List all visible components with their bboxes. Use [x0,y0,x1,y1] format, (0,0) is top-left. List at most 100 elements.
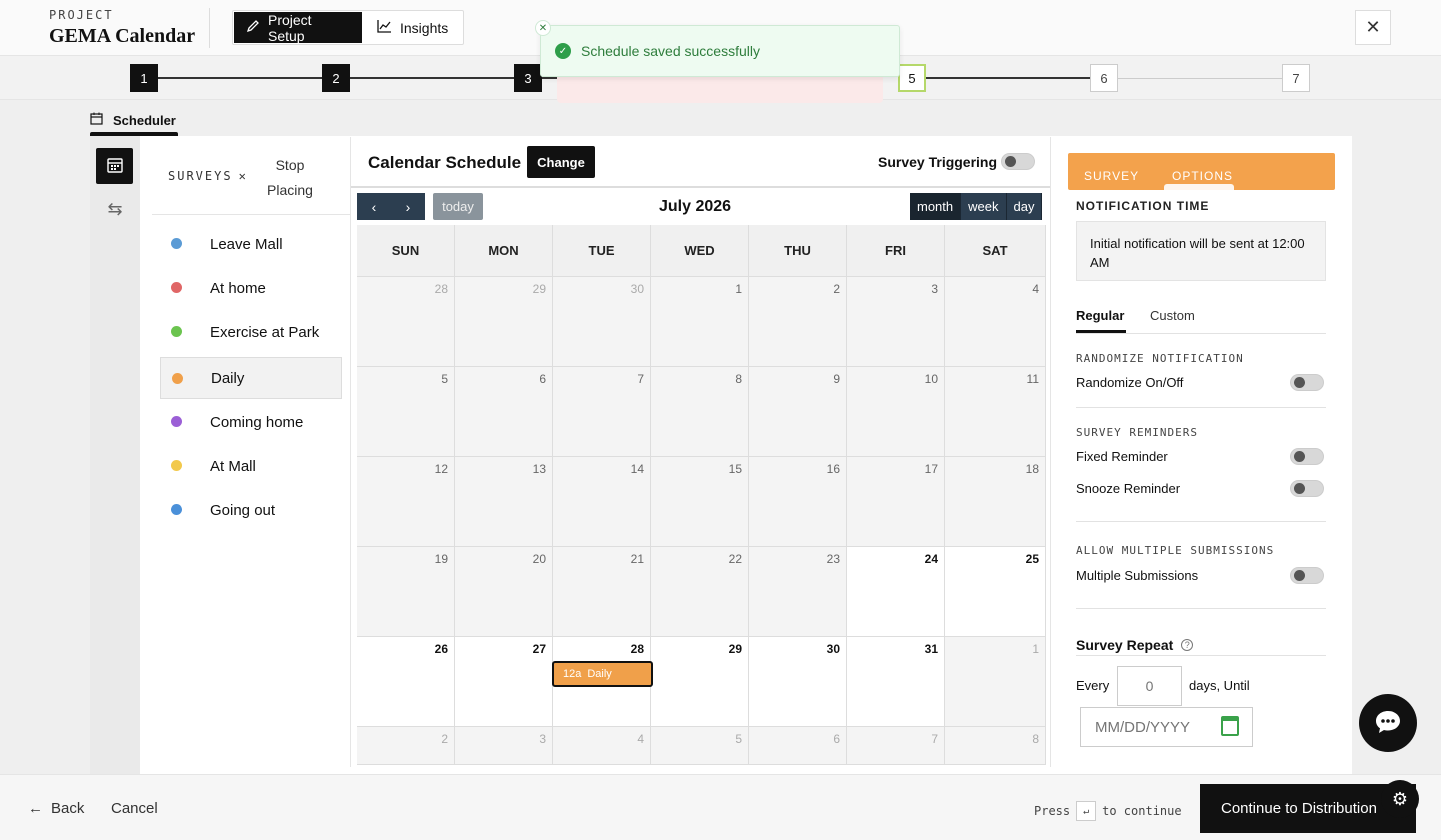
view-month-button[interactable]: month [910,193,962,220]
calendar-day-cell[interactable]: 2 [749,277,847,367]
calendar-day-cell[interactable]: 13 [455,457,553,547]
stop-placing-button[interactable]: Stop Placing [260,153,320,203]
calendar-day-cell[interactable]: 1 [651,277,749,367]
survey-item-leave-mall[interactable]: Leave Mall [160,223,342,265]
chat-button[interactable] [1359,694,1417,752]
calendar-day-cell[interactable]: 7 [553,367,651,457]
next-month-button[interactable]: › [391,193,425,220]
survey-color-dot [171,326,182,337]
calendar-day-cell[interactable]: 18 [945,457,1046,547]
calendar-day-cell[interactable]: 30 [553,277,651,367]
calendar-day-cell[interactable]: 29 [455,277,553,367]
survey-item-coming-home[interactable]: Coming home [160,401,342,443]
header-divider [209,8,210,48]
back-button[interactable]: ← Back [28,800,84,817]
calendar-day-cell[interactable]: 6 [455,367,553,457]
multiple-submissions-toggle[interactable] [1290,567,1324,584]
options-tab-bar: SURVEY OPTIONS [1068,153,1335,190]
calendar-event-daily[interactable]: 12a Daily [552,661,653,687]
calendar-day-cell[interactable]: 1 [945,637,1046,727]
view-week-button[interactable]: week [961,193,1007,220]
step-5[interactable]: 5 [898,64,926,92]
calendar-day-cell[interactable]: 27 [455,637,553,727]
swap-arrows-icon[interactable]: ⇆ [104,198,126,220]
calendar-day-cell[interactable]: 24 [847,547,945,637]
survey-item-going-out[interactable]: Going out [160,489,342,531]
calendar-day-cell[interactable]: 8 [945,727,1046,765]
survey-triggering-label: Survey Triggering [878,154,998,170]
project-label: PROJECT [49,8,114,22]
survey-item-exercise-at-park[interactable]: Exercise at Park [160,311,342,353]
date-picker-icon[interactable] [1221,716,1239,736]
tab-insights[interactable]: Insights [365,12,461,43]
calendar-day-cell[interactable]: 9 [749,367,847,457]
calendar-day-cell[interactable]: 2 [357,727,455,765]
step-2[interactable]: 2 [322,64,350,92]
survey-item-at-home[interactable]: At home [160,267,342,309]
calendar-day-cell[interactable]: 12 [357,457,455,547]
calendar-day-cell[interactable]: 26 [357,637,455,727]
calendar-day-cell[interactable]: 6 [749,727,847,765]
calendar-day-cell[interactable]: 10 [847,367,945,457]
step-7[interactable]: 7 [1282,64,1310,92]
calendar-day-cell[interactable]: 11 [945,367,1046,457]
randomize-label: Randomize On/Off [1076,375,1184,390]
survey-color-dot [171,282,182,293]
repeat-days-input[interactable] [1117,666,1182,706]
fixed-reminder-toggle[interactable] [1290,448,1324,465]
snooze-reminder-toggle[interactable] [1290,480,1324,497]
multiple-submissions-header: ALLOW MULTIPLE SUBMISSIONS [1076,544,1275,557]
step-6[interactable]: 6 [1090,64,1118,92]
survey-item-at-mall[interactable]: At Mall [160,445,342,487]
calendar-day-cell[interactable]: 15 [651,457,749,547]
fixed-reminder-label: Fixed Reminder [1076,449,1168,464]
calendar-day-cell[interactable]: 4 [553,727,651,765]
survey-item-daily[interactable]: Daily [160,357,342,399]
calendar-day-cell[interactable]: 3 [455,727,553,765]
survey-color-dot [171,460,182,471]
calendar-day-cell[interactable]: 3 [847,277,945,367]
toast-close-icon[interactable]: ✕ [535,20,551,36]
tab-project-setup[interactable]: Project Setup [234,12,362,44]
calendar-day-cell[interactable]: 28 [357,277,455,367]
close-small-icon[interactable]: ✕ [239,169,248,183]
calendar-day-cell[interactable]: 25 [945,547,1046,637]
view-day-button[interactable]: day [1006,193,1043,220]
subtab-custom[interactable]: Custom [1150,308,1195,323]
today-button[interactable]: today [433,193,483,220]
tab-survey[interactable]: SURVEY [1084,169,1139,183]
randomize-toggle[interactable] [1290,374,1324,391]
calendar-day-cell[interactable]: 4 [945,277,1046,367]
footer-bar: ← Back Cancel Press ↵ to continue Contin… [0,774,1441,840]
calendar-day-cell[interactable]: 7 [847,727,945,765]
calendar-day-cell[interactable]: 19 [357,547,455,637]
cancel-button[interactable]: Cancel [111,800,158,817]
prev-month-button[interactable]: ‹ [357,193,391,220]
tab-options[interactable]: OPTIONS [1172,169,1233,183]
settings-button[interactable]: ⚙ [1381,780,1419,818]
calendar-day-cell[interactable]: 14 [553,457,651,547]
close-button[interactable]: ✕ [1355,10,1391,45]
calendar-day-cell[interactable]: 30 [749,637,847,727]
calendar-day-cell[interactable]: 16 [749,457,847,547]
calendar-day-cell[interactable]: 5 [357,367,455,457]
change-button[interactable]: Change [527,146,595,178]
calendar-day-cell[interactable]: 21 [553,547,651,637]
subtab-regular[interactable]: Regular [1076,308,1124,323]
survey-color-dot [171,504,182,515]
calendar-day-cell[interactable]: 22 [651,547,749,637]
event-label: Daily [587,668,612,680]
calendar-day-cell[interactable]: 29 [651,637,749,727]
calendar-view-button[interactable] [96,148,133,184]
check-circle-icon: ✓ [555,43,571,59]
step-3[interactable]: 3 [514,64,542,92]
help-icon[interactable]: ? [1181,639,1194,651]
survey-triggering-toggle[interactable] [1001,153,1035,170]
calendar-day-cell[interactable]: 17 [847,457,945,547]
calendar-day-cell[interactable]: 20 [455,547,553,637]
step-1[interactable]: 1 [130,64,158,92]
calendar-day-cell[interactable]: 8 [651,367,749,457]
calendar-day-cell[interactable]: 23 [749,547,847,637]
calendar-day-cell[interactable]: 5 [651,727,749,765]
calendar-day-cell[interactable]: 31 [847,637,945,727]
